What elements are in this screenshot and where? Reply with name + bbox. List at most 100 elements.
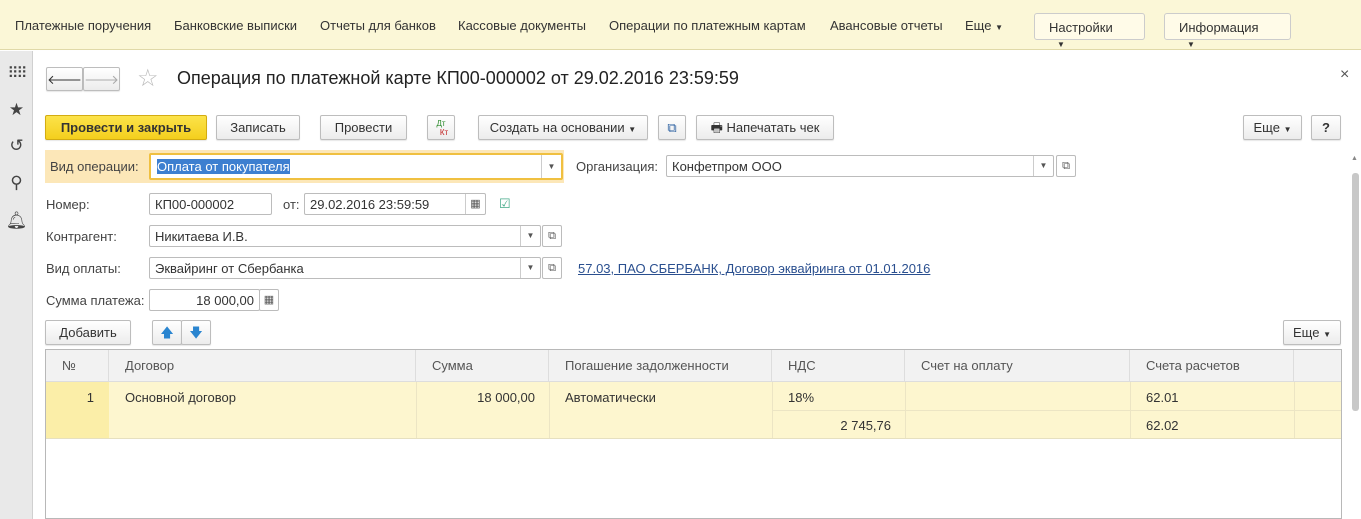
kt-label: Кт <box>439 128 449 137</box>
amount-input[interactable]: 18 000,00 <box>149 289 260 311</box>
counterparty-select[interactable]: Никитаева И.В. ▼ <box>149 225 541 247</box>
calculator-icon[interactable]: ▦ <box>259 289 279 311</box>
post-and-close-button[interactable]: Провести и закрыть <box>45 115 207 140</box>
col-contract[interactable]: Договор <box>109 350 416 382</box>
number-label: Номер: <box>46 197 90 212</box>
nav-bank-statements[interactable]: Банковские выписки <box>174 18 297 33</box>
print-receipt-label: Напечатать чек <box>726 120 820 135</box>
op-type-select[interactable]: Оплата от покупателя ▼ <box>149 153 563 180</box>
move-up-icon[interactable]: 🡅 <box>152 320 182 345</box>
col-vat[interactable]: НДС <box>772 350 905 382</box>
nav-payment-orders[interactable]: Платежные поручения <box>15 18 151 33</box>
row-vat-sum: 2 745,76 <box>840 418 891 433</box>
counterparty-value: Никитаева И.В. <box>155 229 248 244</box>
open-icon[interactable]: ⧉ <box>542 257 562 279</box>
close-icon[interactable]: × <box>1340 66 1349 84</box>
row-sum: 18 000,00 <box>477 390 535 405</box>
date-value: 29.02.2016 23:59:59 <box>310 197 430 212</box>
org-label: Организация: <box>576 159 659 174</box>
row-account-1: 62.01 <box>1146 390 1179 405</box>
bell-icon[interactable]: 🔔︎ <box>0 211 33 231</box>
settings-button[interactable]: Настройки ▼ <box>1034 13 1145 49</box>
post-button[interactable]: Провести <box>320 115 407 140</box>
date-input[interactable]: 29.02.2016 23:59:59 ▦ <box>304 193 486 215</box>
table-header: № Договор Сумма Погашение задолженности … <box>46 350 1341 382</box>
info-button[interactable]: Информация ▼ <box>1164 13 1291 49</box>
more-label: Еще <box>1293 325 1320 340</box>
sidebar: ⠿⠿ ★ ↺ ⚲ 🔔︎ <box>0 51 33 519</box>
scrollbar[interactable]: ▲ <box>1351 155 1360 519</box>
calendar-icon[interactable]: ▦ <box>465 194 485 214</box>
chevron-down-icon: ▼ <box>1187 40 1195 49</box>
amount-label: Сумма платежа: <box>46 293 145 308</box>
forward-button[interactable]: 🡒 <box>83 67 120 91</box>
row-contract: Основной договор <box>125 390 236 405</box>
open-icon[interactable]: ⧉ <box>542 225 562 247</box>
page-title: Операция по платежной карте КП00-000002 … <box>177 68 739 88</box>
chevron-down-icon: ▼ <box>1057 40 1065 49</box>
document-check-icon[interactable]: ☑ <box>499 196 511 212</box>
table-row[interactable]: 1 Основной договор 18 000,00 Автоматичес… <box>46 382 1341 439</box>
grid-icon[interactable]: ⠿⠿ <box>0 64 33 82</box>
more-label: Еще <box>1253 120 1280 135</box>
number-input[interactable]: КП00-000002 <box>149 193 272 215</box>
chevron-down-icon: ▼ <box>628 125 637 134</box>
create-based-on-button[interactable]: Создать на основании ▼ <box>478 115 648 140</box>
chevron-down-icon[interactable]: ▼ <box>520 258 540 278</box>
chevron-down-icon[interactable]: ▼ <box>541 155 561 178</box>
row-account-2: 62.02 <box>1146 418 1179 433</box>
scroll-up-icon[interactable]: ▲ <box>1351 155 1358 162</box>
favorite-star-icon[interactable]: ☆ <box>137 64 159 93</box>
help-button[interactable]: ? <box>1311 115 1341 140</box>
payment-type-label: Вид оплаты: <box>46 261 121 276</box>
nav-more-label: Еще <box>965 18 992 33</box>
nav-cash-documents[interactable]: Кассовые документы <box>458 18 586 33</box>
info-label: Информация <box>1179 20 1259 35</box>
contracts-table: № Договор Сумма Погашение задолженности … <box>45 349 1342 519</box>
payment-type-value: Эквайринг от Сбербанка <box>155 261 304 276</box>
open-icon[interactable]: ⧉ <box>1056 155 1076 177</box>
nav-advance-reports[interactable]: Авансовые отчеты <box>830 18 943 33</box>
chevron-down-icon: ▼ <box>1283 125 1292 134</box>
star-icon[interactable]: ★ <box>0 100 33 120</box>
search-icon[interactable]: ⚲ <box>0 173 33 193</box>
col-sum[interactable]: Сумма <box>416 350 549 382</box>
col-accounts[interactable]: Счета расчетов <box>1130 350 1294 382</box>
col-repayment[interactable]: Погашение задолженности <box>549 350 772 382</box>
nav-more[interactable]: Еще ▼ <box>965 18 1003 33</box>
nav-bank-reports[interactable]: Отчеты для банков <box>320 18 436 33</box>
scrollbar-thumb[interactable] <box>1352 173 1359 411</box>
chevron-down-icon: ▼ <box>1323 330 1331 339</box>
col-invoice[interactable]: Счет на оплату <box>905 350 1130 382</box>
op-type-label: Вид операции: <box>50 159 139 174</box>
save-button[interactable]: Записать <box>216 115 300 140</box>
row-vat-rate: 18% <box>788 390 815 405</box>
print-receipt-button[interactable]: 🖶 Напечатать чек <box>696 115 834 140</box>
structure-icon[interactable]: ⧉ <box>658 115 686 140</box>
date-label: от: <box>283 197 300 212</box>
printer-icon: 🖶 <box>710 120 723 135</box>
row-number: 1 <box>86 390 94 405</box>
create-based-label: Создать на основании <box>489 120 625 135</box>
settings-label: Настройки <box>1049 20 1113 35</box>
payment-type-select[interactable]: Эквайринг от Сбербанка ▼ <box>149 257 541 279</box>
move-down-icon[interactable]: 🡇 <box>181 320 211 345</box>
counterparty-label: Контрагент: <box>46 229 117 244</box>
payment-account-link[interactable]: 57.03, ПАО СБЕРБАНК, Договор эквайринга … <box>578 261 930 276</box>
table-more-button[interactable]: Еще ▼ <box>1283 320 1341 345</box>
op-type-value: Оплата от покупателя <box>157 159 290 174</box>
org-value: Конфетпром ООО <box>672 159 782 174</box>
back-button[interactable]: 🡐 <box>46 67 83 91</box>
dt-label: Дт <box>436 119 446 128</box>
org-select[interactable]: Конфетпром ООО ▼ <box>666 155 1054 177</box>
chevron-down-icon[interactable]: ▼ <box>520 226 540 246</box>
history-icon[interactable]: ↺ <box>0 136 33 156</box>
chevron-down-icon: ▼ <box>995 23 1003 32</box>
top-nav-bar: Платежные поручения Банковские выписки О… <box>0 0 1361 50</box>
more-button[interactable]: Еще ▼ <box>1243 115 1302 140</box>
dt-kt-button[interactable]: Дт Кт <box>427 115 455 140</box>
add-button[interactable]: Добавить <box>45 320 131 345</box>
col-number[interactable]: № <box>46 350 109 382</box>
nav-card-operations[interactable]: Операции по платежным картам <box>609 18 806 33</box>
chevron-down-icon[interactable]: ▼ <box>1033 156 1053 176</box>
